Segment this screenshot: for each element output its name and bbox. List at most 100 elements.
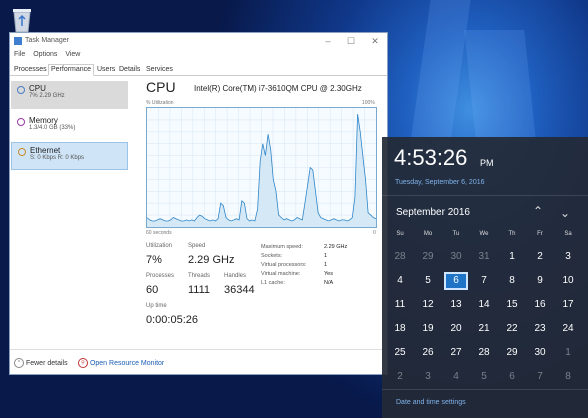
tab-performance[interactable]: Performance — [48, 64, 95, 76]
window-title: Task Manager — [25, 37, 69, 44]
calendar-day[interactable]: 4 — [444, 368, 468, 386]
cpu-model: Intel(R) Core(TM) i7-3610QM CPU @ 2.30GH… — [194, 84, 362, 93]
calendar-day[interactable]: 22 — [500, 320, 524, 338]
calendar-day[interactable]: 11 — [388, 296, 412, 314]
calendar-day[interactable]: 2 — [528, 248, 552, 266]
weekday-label: Fr — [537, 231, 543, 237]
fewer-details-button[interactable]: ⌃ Fewer details — [14, 358, 68, 368]
sidebar-item-cpu[interactable]: CPU 7% 2.29 GHz — [11, 81, 128, 109]
calendar-day[interactable]: 18 — [388, 320, 412, 338]
sidebar-item-ethernet[interactable]: Ethernet S: 0 Kbps R: 0 Kbps — [11, 142, 128, 170]
calendar-day[interactable]: 24 — [556, 320, 580, 338]
weekday-label: We — [479, 231, 489, 237]
chevron-down-icon[interactable]: ⌄ — [560, 206, 570, 220]
detail-key: Maximum speed: — [261, 244, 303, 250]
calendar-day[interactable]: 8 — [556, 368, 580, 386]
panel-heading: CPU — [146, 79, 176, 95]
task-manager-window: Task Manager – ☐ ✕ File Options View Pro… — [9, 32, 388, 375]
calendar-day[interactable]: 3 — [416, 368, 440, 386]
sidebar-item-label: CPU — [29, 84, 46, 93]
menu-view[interactable]: View — [65, 51, 80, 58]
clock-date-link[interactable]: Tuesday, September 6, 2016 — [395, 179, 485, 186]
tab-users[interactable]: Users — [95, 65, 117, 75]
calendar-day[interactable]: 15 — [500, 296, 524, 314]
threads-label: Threads — [188, 273, 211, 279]
graph-y-min: 0 — [373, 230, 376, 236]
clock-ampm: PM — [480, 158, 494, 168]
calendar-day[interactable]: 1 — [556, 344, 580, 362]
date-time-settings-link[interactable]: Date and time settings — [396, 399, 466, 406]
title-bar[interactable]: Task Manager – ☐ ✕ — [10, 33, 387, 49]
calendar-day[interactable]: 21 — [472, 320, 496, 338]
calendar-month-title[interactable]: September 2016 — [396, 207, 470, 218]
calendar-day[interactable]: 5 — [472, 368, 496, 386]
weekday-label: Sa — [564, 231, 572, 237]
calendar-day[interactable]: 17 — [556, 296, 580, 314]
calendar-day[interactable]: 14 — [472, 296, 496, 314]
speed-value: 2.29 GHz — [188, 254, 235, 266]
calendar-day[interactable]: 6 — [500, 368, 524, 386]
calendar-day[interactable]: 13 — [444, 296, 468, 314]
calendar-day[interactable]: 26 — [416, 344, 440, 362]
speed-label: Speed — [188, 243, 206, 249]
calendar-day[interactable]: 12 — [416, 296, 440, 314]
detail-value: 1 — [324, 253, 328, 259]
handles-value: 36344 — [224, 284, 255, 296]
sidebar-item-label: Memory — [29, 116, 58, 125]
calendar-day[interactable]: 28 — [388, 248, 412, 266]
utilization-value: 7% — [146, 254, 162, 266]
calendar-day[interactable]: 10 — [556, 272, 580, 290]
ethernet-indicator-icon — [18, 148, 26, 156]
calendar-day[interactable]: 20 — [444, 320, 468, 338]
menu-options[interactable]: Options — [33, 51, 57, 58]
uptime-value: 0:00:05:26 — [146, 314, 198, 326]
calendar-day[interactable]: 8 — [500, 272, 524, 290]
calendar-day[interactable]: 29 — [416, 248, 440, 266]
menu-file[interactable]: File — [14, 51, 25, 58]
calendar-day[interactable]: 19 — [416, 320, 440, 338]
clock-calendar-flyout: 4:53:26 PM Tuesday, September 6, 2016 Se… — [382, 137, 588, 418]
calendar-day[interactable]: 31 — [472, 248, 496, 266]
minimize-button[interactable]: – — [322, 36, 334, 46]
calendar-day[interactable]: 16 — [528, 296, 552, 314]
calendar-day[interactable]: 6 — [444, 272, 468, 290]
graph-y-max: 100% — [362, 100, 375, 106]
memory-indicator-icon — [17, 118, 25, 126]
resource-monitor-icon: ⚲ — [78, 358, 88, 368]
calendar-day[interactable]: 29 — [500, 344, 524, 362]
sidebar-item-value: S: 0 Kbps R: 0 Kbps — [30, 155, 85, 161]
calendar-day[interactable]: 9 — [528, 272, 552, 290]
weekday-label: Su — [396, 231, 404, 237]
calendar-day[interactable]: 30 — [444, 248, 468, 266]
calendar-day[interactable]: 3 — [556, 248, 580, 266]
calendar-day[interactable]: 28 — [472, 344, 496, 362]
chevron-up-icon[interactable]: ⌃ — [533, 204, 543, 218]
calendar-day[interactable]: 5 — [416, 272, 440, 290]
weekday-label: Tu — [452, 231, 460, 237]
weekday-label: Th — [508, 231, 516, 237]
open-resource-monitor-link[interactable]: ⚲ Open Resource Monitor — [78, 358, 164, 368]
tab-processes[interactable]: Processes — [12, 65, 49, 75]
calendar-day[interactable]: 23 — [528, 320, 552, 338]
sidebar-item-value: 1.3/4.0 GB (33%) — [29, 125, 76, 131]
calendar-day[interactable]: 7 — [472, 272, 496, 290]
resource-monitor-label: Open Resource Monitor — [89, 359, 165, 367]
detail-value: Yes — [324, 271, 333, 277]
tab-details[interactable]: Details — [117, 65, 142, 75]
task-manager-icon — [14, 37, 22, 45]
detail-key: L1 cache: — [261, 280, 285, 286]
calendar-day[interactable]: 7 — [528, 368, 552, 386]
clock-time: 4:53:26 — [394, 145, 468, 170]
maximize-button[interactable]: ☐ — [345, 36, 357, 46]
calendar-day[interactable]: 4 — [388, 272, 412, 290]
calendar-day[interactable]: 25 — [388, 344, 412, 362]
divider — [382, 195, 588, 196]
calendar-day[interactable]: 1 — [500, 248, 524, 266]
sidebar-item-memory[interactable]: Memory 1.3/4.0 GB (33%) — [11, 113, 128, 141]
calendar-day[interactable]: 27 — [444, 344, 468, 362]
tab-services[interactable]: Services — [144, 65, 175, 75]
calendar-day[interactable]: 2 — [388, 368, 412, 386]
close-button[interactable]: ✕ — [369, 36, 381, 46]
recycle-bin-icon[interactable] — [9, 6, 35, 34]
calendar-day[interactable]: 30 — [528, 344, 552, 362]
